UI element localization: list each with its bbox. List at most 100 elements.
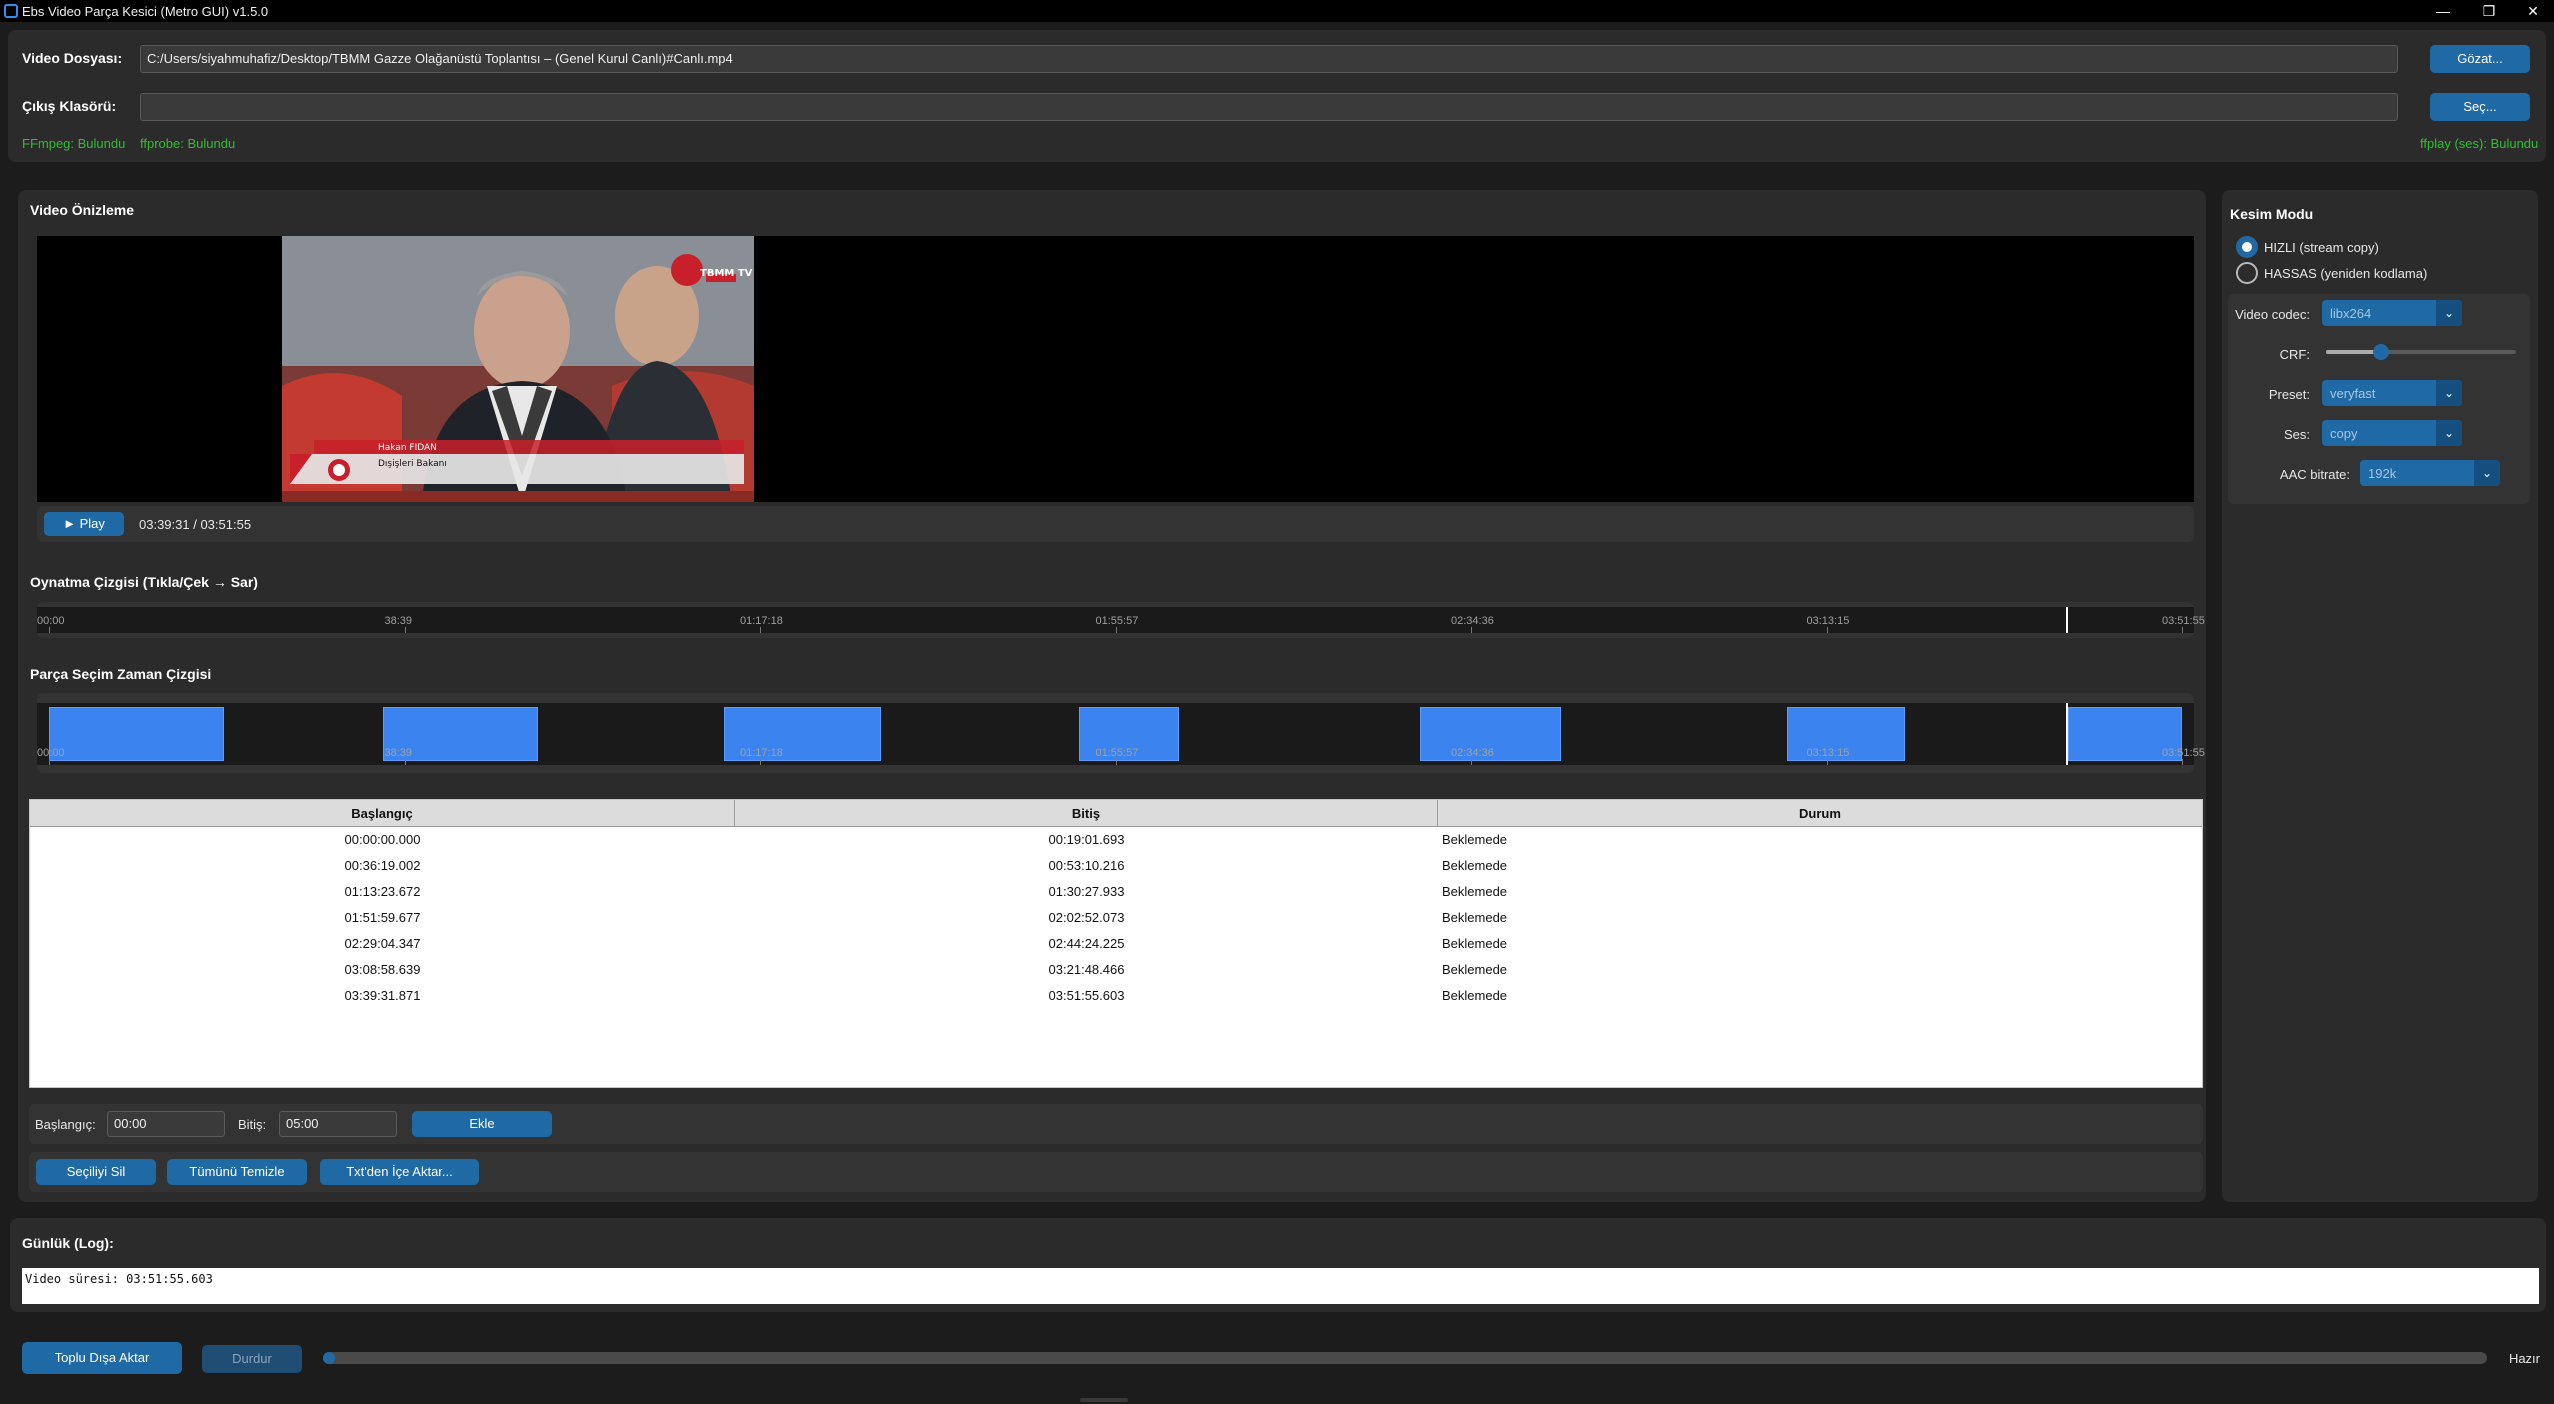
table-row[interactable]: 00:00:00.000 00:19:01.693 Beklemede [30, 828, 2202, 854]
stop-button[interactable]: Durdur [202, 1345, 302, 1373]
table-row[interactable]: 02:29:04.347 02:44:24.225 Beklemede [30, 932, 2202, 958]
minimize-button[interactable]: — [2420, 0, 2466, 22]
fast-mode-radio[interactable] [2236, 236, 2258, 258]
select-folder-button[interactable]: Seç... [2430, 93, 2530, 121]
clear-all-button[interactable]: Tümünü Temizle [167, 1159, 307, 1185]
video-file-label: Video Dosyası: [22, 50, 123, 66]
chevron-down-icon[interactable]: ⌄ [2436, 420, 2462, 446]
status-cell: Beklemede [1442, 832, 1508, 847]
table-row[interactable]: 03:39:31.871 03:51:55.603 Beklemede [30, 984, 2202, 1010]
preset-select[interactable]: veryfast ⌄ [2322, 380, 2462, 406]
add-segment-button[interactable]: Ekle [412, 1111, 552, 1137]
end-cell: 01:30:27.933 [1048, 884, 1125, 899]
end-cell: 00:19:01.693 [1048, 832, 1125, 847]
batch-export-button[interactable]: Toplu Dışa Aktar [22, 1342, 182, 1374]
status-text: Hazır [2508, 1351, 2540, 1366]
timeline-tick-label: 38:39 [384, 747, 413, 759]
import-txt-button[interactable]: Txt'den İçe Aktar... [320, 1159, 479, 1185]
play-button[interactable]: ► Play [44, 512, 124, 536]
status-cell: Beklemede [1442, 962, 1508, 977]
log-title: Günlük (Log): [22, 1235, 114, 1251]
video-path-field[interactable]: C:/Users/siyahmuhafiz/Desktop/TBMM Gazze… [140, 45, 2398, 73]
restore-button[interactable]: ❐ [2466, 0, 2512, 22]
playhead-cursor[interactable] [2065, 703, 2068, 765]
timeline-tick-mark [1471, 759, 1472, 765]
timeline-tick-label: 03:13:15 [1806, 615, 1850, 627]
timeline-tick-mark [49, 627, 50, 633]
time-display: 03:39:31 / 03:51:55 [139, 517, 252, 532]
lower-third-title: Dışişleri Bakanı [378, 459, 447, 469]
video-preview[interactable]: TBMM TV CANLI Hakan FIDAN Dışişleri Baka… [37, 236, 2194, 502]
chevron-down-icon[interactable]: ⌄ [2474, 460, 2500, 486]
column-header-end[interactable]: Bitiş [735, 800, 1438, 827]
timeline-tick-mark [2182, 627, 2183, 633]
playback-timeline-track[interactable]: 00:00 38:39 01:17:18 01:55:57 02:34:36 03:13:… [37, 607, 2205, 633]
fast-mode-label[interactable]: HIZLI (stream copy) [2264, 240, 2379, 255]
crf-slider[interactable] [2326, 344, 2516, 360]
precise-mode-radio[interactable] [2236, 262, 2258, 284]
table-row[interactable]: 03:08:58.639 03:21:48.466 Beklemede [30, 958, 2202, 984]
timeline-segment[interactable] [49, 707, 224, 761]
table-row[interactable]: 00:36:19.002 00:53:10.216 Beklemede [30, 854, 2202, 880]
browse-button[interactable]: Gözat... [2430, 45, 2530, 73]
timeline-tick-mark [404, 759, 406, 765]
chevron-down-icon[interactable]: ⌄ [2436, 300, 2462, 326]
segment-timeline-title: Parça Seçim Zaman Çizgisi [30, 666, 212, 682]
column-header-status[interactable]: Durum [1438, 800, 2202, 827]
export-progress-bar [323, 1352, 2487, 1364]
output-folder-field[interactable] [140, 93, 2398, 121]
column-header-start[interactable]: Başlangıç [30, 800, 735, 827]
preset-value: veryfast [2330, 386, 2376, 401]
timeline-tick-label: 02:34:36 [1451, 747, 1494, 759]
end-cell: 00:53:10.216 [1048, 858, 1125, 873]
video-frame: TBMM TV CANLI Hakan FIDAN Dışişleri Baka… [282, 236, 754, 502]
timeline-tick-label: 01:17:18 [740, 747, 783, 759]
close-button[interactable]: ✕ [2510, 0, 2554, 22]
actions-row: Seçiliyi Sil Tümünü Temizle Txt'den İçe … [29, 1152, 2203, 1192]
channel-logo-text: TBMM TV CANLI [700, 268, 754, 279]
preview-title: Video Önizleme [30, 202, 134, 218]
resize-grip[interactable] [1080, 1398, 1128, 1402]
table-row[interactable]: 01:51:59.677 02:02:52.073 Beklemede [30, 906, 2202, 932]
timeline-tick-mark [1826, 759, 1828, 765]
timeline-tick-mark [1115, 759, 1117, 765]
log-output[interactable]: Video süresi: 03:51:55.603 [22, 1268, 2539, 1304]
timeline-tick-mark [2182, 759, 2183, 765]
title-bar: Ebs Video Parça Kesici (Metro GUI) v1.5.… [0, 0, 2554, 22]
audio-label: Ses: [2283, 427, 2310, 442]
cut-mode-panel: Kesim Modu HIZLI (stream copy) HASSAS (y… [2222, 190, 2538, 1202]
timeline-tick-label: 38:39 [384, 615, 413, 627]
video-codec-value: libx264 [2330, 306, 2372, 321]
segments-table[interactable]: Başlangıç Bitiş Durum 00:00:00.000 00:19:… [29, 799, 2203, 1088]
start-input[interactable]: 00:00 [107, 1111, 225, 1137]
crf-slider-handle[interactable] [2373, 344, 2390, 360]
crf-label: CRF: [2279, 347, 2310, 362]
end-cell: 02:02:52.073 [1048, 910, 1125, 925]
delete-selected-button[interactable]: Seçiliyi Sil [36, 1159, 156, 1185]
chevron-down-icon[interactable]: ⌄ [2436, 380, 2462, 406]
video-codec-select[interactable]: libx264 ⌄ [2322, 300, 2462, 326]
timeline-tick-mark [760, 627, 761, 633]
aac-bitrate-select[interactable]: 192k ⌄ [2360, 460, 2500, 486]
status-cell: Beklemede [1442, 936, 1508, 951]
aac-bitrate-label: AAC bitrate: [2279, 467, 2350, 482]
playback-timeline-panel: 00:00 38:39 01:17:18 01:55:57 02:34:36 03:13:… [37, 602, 2205, 638]
status-cell: Beklemede [1442, 910, 1508, 925]
timeline-tick-label: 01:17:18 [740, 615, 783, 627]
start-cell: 03:39:31.871 [344, 988, 421, 1003]
segment-timeline-track[interactable]: 00:00 38:39 01:17:18 01:55:57 02:34:36 03:13:… [37, 703, 2205, 765]
timeline-tick-label: 03:51:55 [2162, 615, 2205, 627]
start-cell: 01:13:23.672 [344, 884, 421, 899]
end-input[interactable]: 05:00 [279, 1111, 397, 1137]
table-row[interactable]: 01:13:23.672 01:30:27.933 Beklemede [30, 880, 2202, 906]
video-codec-label: Video codec: [2235, 307, 2310, 322]
file-section: Video Dosyası: C:/Users/siyahmuhafiz/Des… [8, 30, 2546, 162]
lower-third-name: Hakan FIDAN [378, 443, 437, 453]
timeline-tick-label: 00:00 [37, 747, 65, 759]
precise-mode-label[interactable]: HASSAS (yeniden kodlama) [2264, 266, 2427, 281]
preset-label: Preset: [2268, 387, 2310, 402]
playhead-cursor[interactable] [2065, 607, 2068, 633]
start-cell: 02:29:04.347 [344, 936, 421, 951]
timeline-tick-mark [1115, 627, 1117, 633]
audio-select[interactable]: copy ⌄ [2322, 420, 2462, 446]
